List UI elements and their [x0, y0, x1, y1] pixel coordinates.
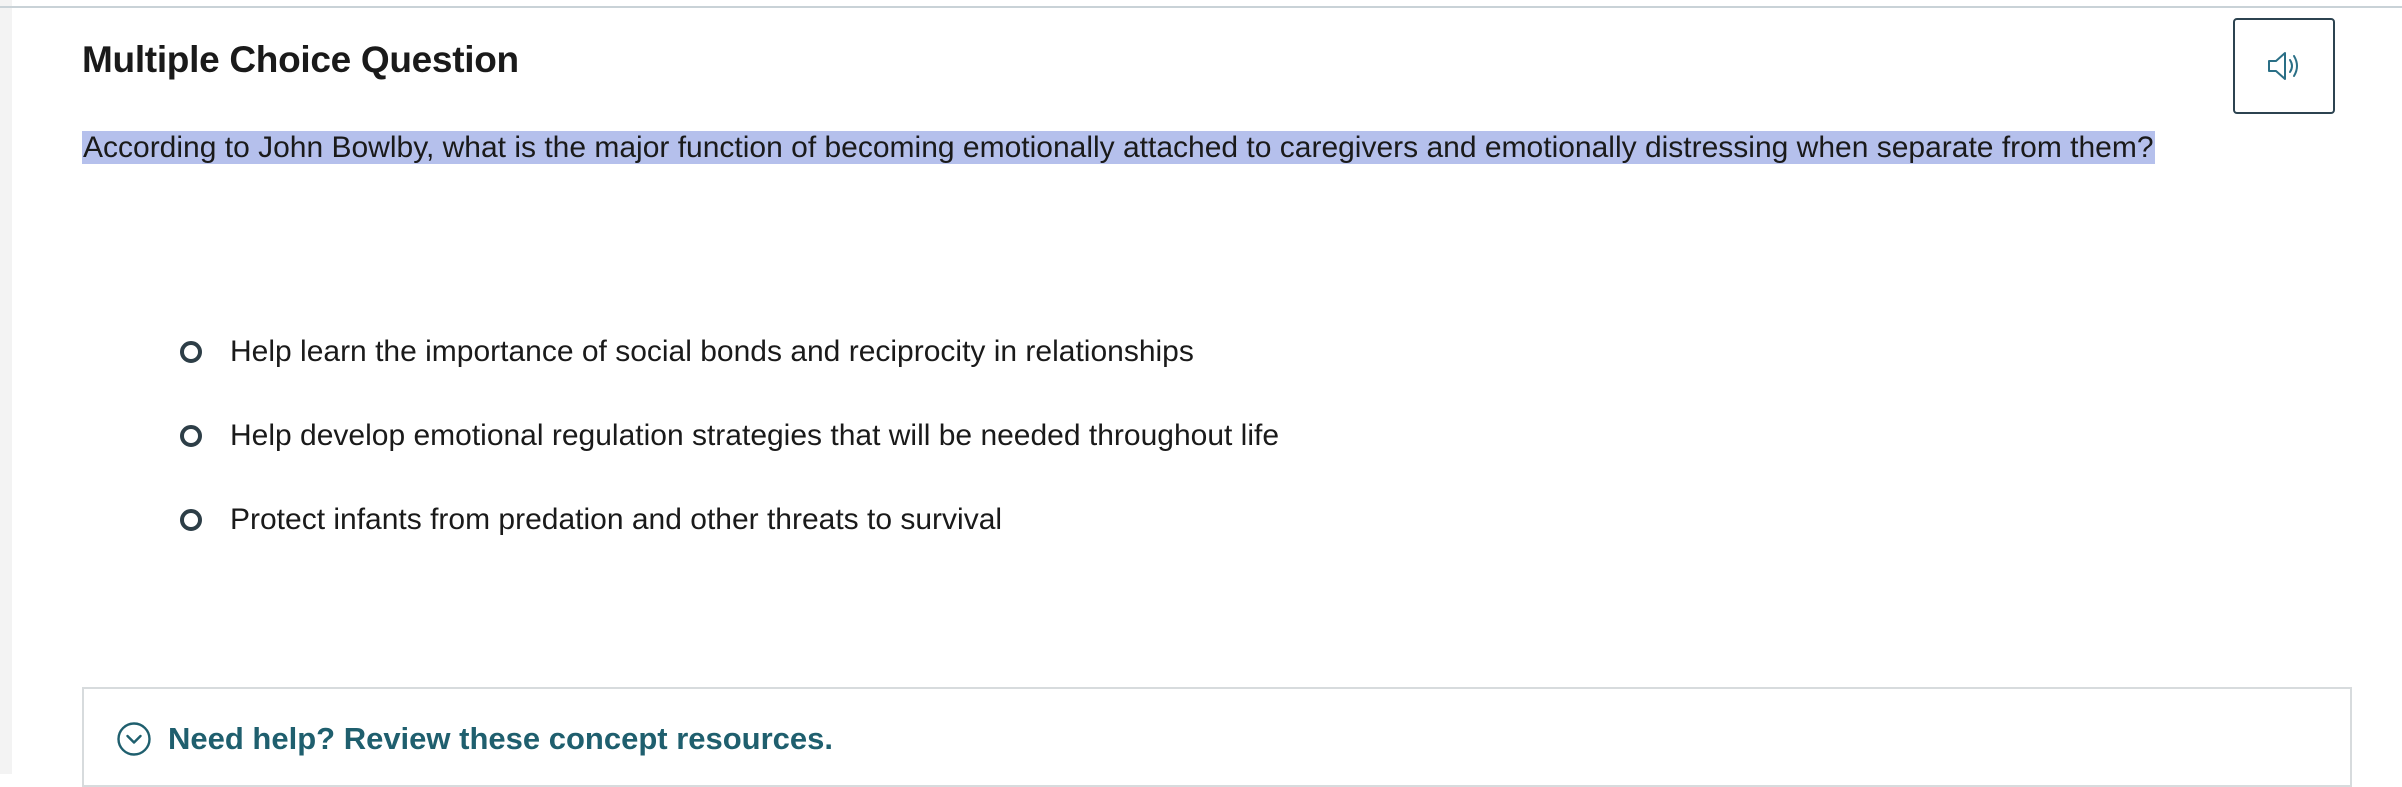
option-label: Help develop emotional regulation strate… — [230, 419, 1280, 452]
page-title: Multiple Choice Question — [82, 39, 519, 80]
top-divider — [0, 6, 2402, 8]
chevron-down-circle-icon — [117, 722, 151, 756]
speaker-icon — [2268, 52, 2298, 80]
help-resources-toggle[interactable]: Need help? Review these concept resource… — [116, 719, 833, 759]
option-2[interactable]: Help develop emotional regulation strate… — [180, 414, 1279, 458]
help-resources-label: Need help? Review these concept resource… — [168, 721, 834, 756]
read-aloud-button[interactable] — [2233, 18, 2335, 114]
option-label: Help learn the importance of social bond… — [230, 335, 1194, 368]
option-1[interactable]: Help learn the importance of social bond… — [180, 330, 1279, 374]
question-selection: According to John Bowlby, what is the ma… — [82, 131, 2155, 164]
radio-button[interactable] — [180, 509, 202, 531]
question-text: According to John Bowlby, what is the ma… — [82, 126, 2155, 170]
answer-options: Help learn the importance of social bond… — [180, 330, 1279, 582]
help-resources-panel: Need help? Review these concept resource… — [82, 687, 2352, 787]
option-3[interactable]: Protect infants from predation and other… — [180, 498, 1279, 542]
option-label: Protect infants from predation and other… — [230, 503, 1003, 536]
left-edge-strip — [0, 0, 12, 774]
radio-button[interactable] — [180, 425, 202, 447]
radio-button[interactable] — [180, 341, 202, 363]
